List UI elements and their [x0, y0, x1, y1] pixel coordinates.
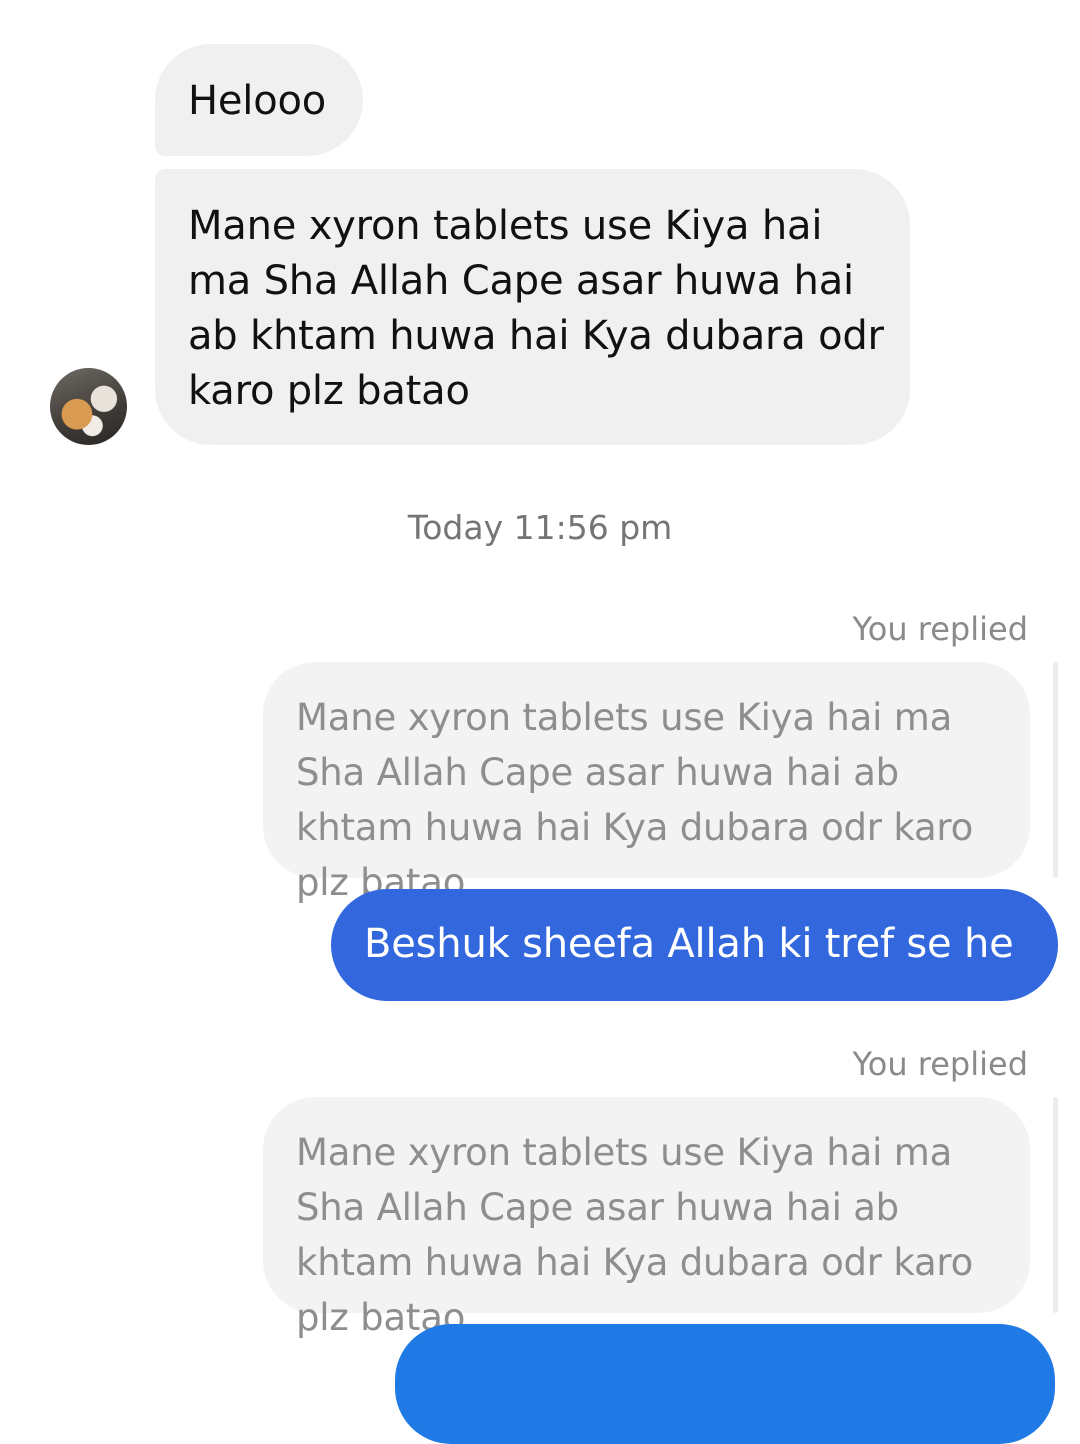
incoming-message-bubble[interactable]: Helooo	[155, 44, 363, 156]
you-replied-label: You replied	[852, 610, 1028, 648]
contact-avatar[interactable]	[50, 368, 127, 445]
quote-rail	[1053, 662, 1058, 878]
message-text: Helooo	[188, 78, 327, 124]
quoted-message-text: Mane xyron tablets use Kiya hai ma Sha A…	[296, 1131, 974, 1339]
message-timestamp: Today 11:56 pm	[407, 508, 673, 547]
quote-rail	[1053, 1097, 1058, 1313]
message-thread: Helooo Mane xyron tablets use Kiya hai m…	[0, 0, 1080, 1444]
message-text: Beshuk sheefa Allah ki tref se he	[364, 921, 1014, 967]
quoted-message-text: Mane xyron tablets use Kiya hai ma Sha A…	[296, 696, 974, 904]
incoming-message-bubble[interactable]: Mane xyron tablets use Kiya hai ma Sha A…	[155, 169, 910, 445]
outgoing-message-bubble-partial[interactable]	[395, 1324, 1055, 1444]
message-text: Mane xyron tablets use Kiya hai ma Sha A…	[188, 203, 884, 414]
you-replied-label: You replied	[852, 1045, 1028, 1083]
outgoing-message-bubble[interactable]: Beshuk sheefa Allah ki tref se he	[331, 889, 1058, 1001]
quoted-message-bubble[interactable]: Mane xyron tablets use Kiya hai ma Sha A…	[263, 1097, 1030, 1339]
quoted-message-bubble[interactable]: Mane xyron tablets use Kiya hai ma Sha A…	[263, 662, 1030, 904]
